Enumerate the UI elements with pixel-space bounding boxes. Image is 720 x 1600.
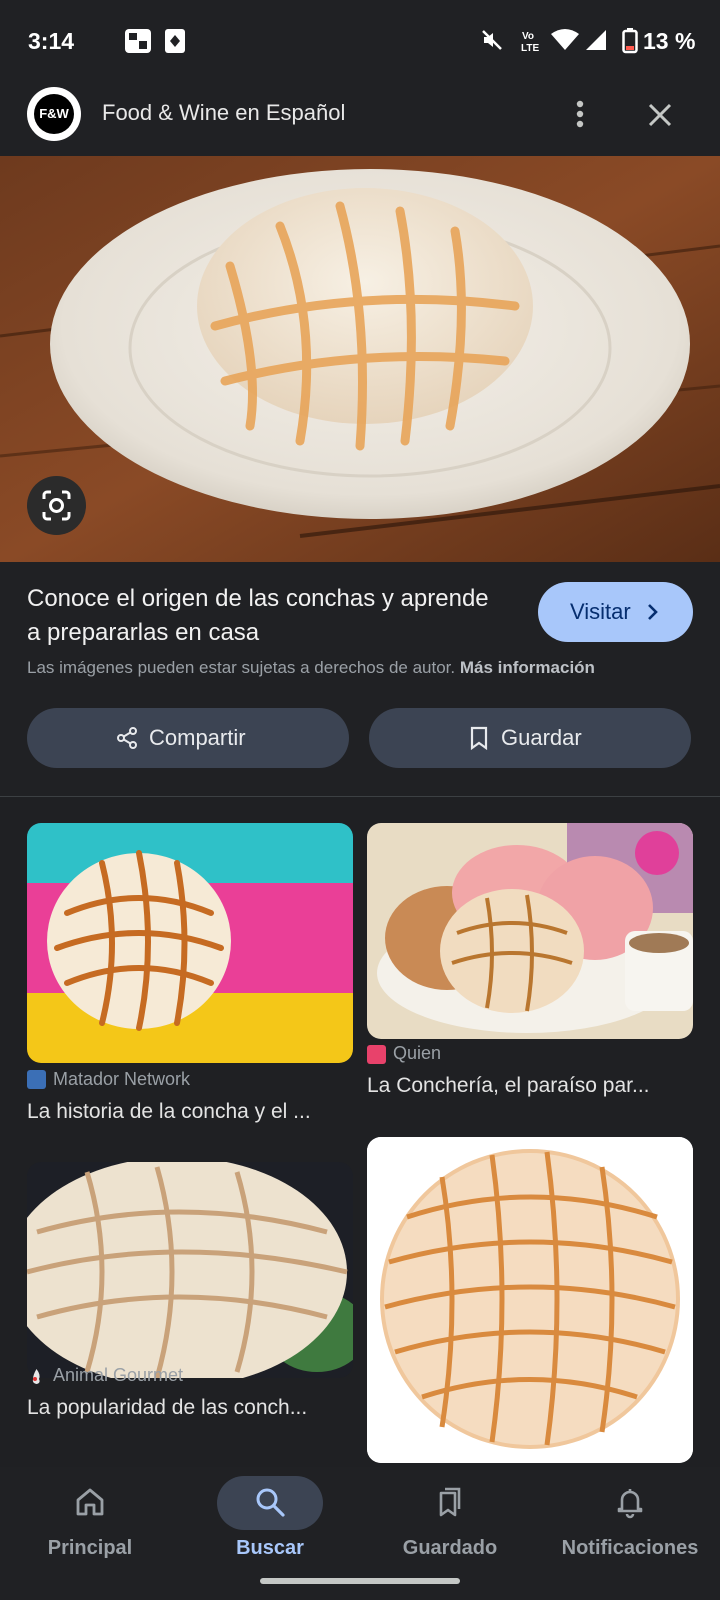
- volte-icon: Vo LTE: [521, 31, 539, 54]
- visit-label: Visitar: [570, 599, 631, 624]
- google-lens-button[interactable]: [27, 476, 86, 535]
- share-icon: [117, 727, 137, 749]
- more-vert-icon[interactable]: [562, 96, 598, 132]
- result-headline[interactable]: Conoce el origen de las conchas y aprend…: [27, 582, 497, 650]
- nav-label-buscar: Buscar: [236, 1537, 304, 1559]
- animal-gourmet-favicon: [27, 1367, 46, 1386]
- nav-buscar[interactable]: Buscar: [180, 1467, 360, 1587]
- cards-icon: [165, 29, 185, 53]
- conchas-on-plate-photo: [367, 823, 693, 1039]
- more-info-link[interactable]: Más información: [460, 658, 595, 677]
- result-image-1[interactable]: [27, 823, 353, 1063]
- concha-white-background-photo: [367, 1137, 693, 1463]
- moon-icon: [97, 30, 107, 49]
- svg-text:LTE: LTE: [521, 43, 539, 54]
- signal-icon: [586, 30, 606, 50]
- game-icon: [125, 29, 151, 53]
- quien-favicon: [367, 1045, 386, 1064]
- copyright-text: Las imágenes pueden estar sujetas a dere…: [27, 658, 456, 677]
- copyright-notice: Las imágenes pueden estar sujetas a dere…: [27, 658, 595, 678]
- nav-label-guardado: Guardado: [402, 1537, 498, 1559]
- result-title-2[interactable]: La Conchería, el paraíso par...: [367, 1074, 685, 1098]
- hero-image[interactable]: [0, 156, 720, 562]
- bell-icon: [617, 1489, 643, 1519]
- bookmarks-icon: [439, 1487, 461, 1517]
- result-title-1[interactable]: La historia de la concha y el ...: [27, 1100, 345, 1124]
- site-title[interactable]: Food & Wine en Español: [102, 100, 345, 126]
- matador-network-favicon: [27, 1070, 46, 1089]
- result-image-2[interactable]: [367, 823, 693, 1039]
- nav-label-principal: Principal: [47, 1537, 133, 1559]
- result-source-3[interactable]: Animal Gourmet: [53, 1365, 183, 1386]
- status-bar: 3:14 Vo LTE 13 %: [0, 0, 720, 86]
- result-image-4[interactable]: [367, 1137, 693, 1463]
- save-button[interactable]: Guardar: [369, 708, 691, 768]
- nav-guardado[interactable]: Guardado: [360, 1467, 540, 1587]
- nav-label-notificaciones: Notificaciones: [561, 1537, 699, 1559]
- status-time: 3:14: [28, 28, 75, 54]
- svg-text:Vo: Vo: [522, 31, 534, 42]
- concha-closeup-photo: [27, 1162, 353, 1378]
- nav-notificaciones[interactable]: Notificaciones: [540, 1467, 720, 1587]
- nav-principal[interactable]: Principal: [0, 1467, 180, 1587]
- result-image-3[interactable]: [27, 1162, 353, 1378]
- logo-text: F&W: [34, 94, 74, 134]
- home-indicator[interactable]: [260, 1578, 460, 1584]
- visit-button[interactable]: Visitar: [538, 582, 693, 642]
- result-info: Conoce el origen de las conchas y aprend…: [0, 562, 720, 796]
- battery-level: 13 %: [643, 28, 696, 54]
- search-icon: [256, 1488, 285, 1517]
- home-icon: [76, 1488, 104, 1516]
- share-button[interactable]: Compartir: [27, 708, 349, 768]
- site-logo[interactable]: F&W: [27, 87, 81, 141]
- battery-icon: [622, 28, 638, 54]
- mute-icon: [482, 30, 502, 50]
- result-title-3[interactable]: La popularidad de las conch...: [27, 1396, 345, 1420]
- result-header: F&W Food & Wine en Español: [0, 86, 720, 156]
- result-source-2[interactable]: Quien: [393, 1043, 441, 1064]
- google-lens-icon: [42, 490, 71, 521]
- wifi-icon: [551, 29, 579, 50]
- concha-colorful-background-photo: [27, 823, 353, 1063]
- related-results-grid: Matador Network La historia de la concha…: [0, 797, 720, 1467]
- flame-icon: [32, 1369, 40, 1384]
- save-label: Guardar: [501, 725, 582, 750]
- close-icon[interactable]: [643, 98, 677, 132]
- share-label: Compartir: [149, 725, 246, 750]
- concha-on-plate-photo: [0, 156, 720, 562]
- result-source-1[interactable]: Matador Network: [53, 1069, 190, 1090]
- bookmark-icon: [470, 726, 488, 750]
- chevron-right-icon: [648, 604, 658, 620]
